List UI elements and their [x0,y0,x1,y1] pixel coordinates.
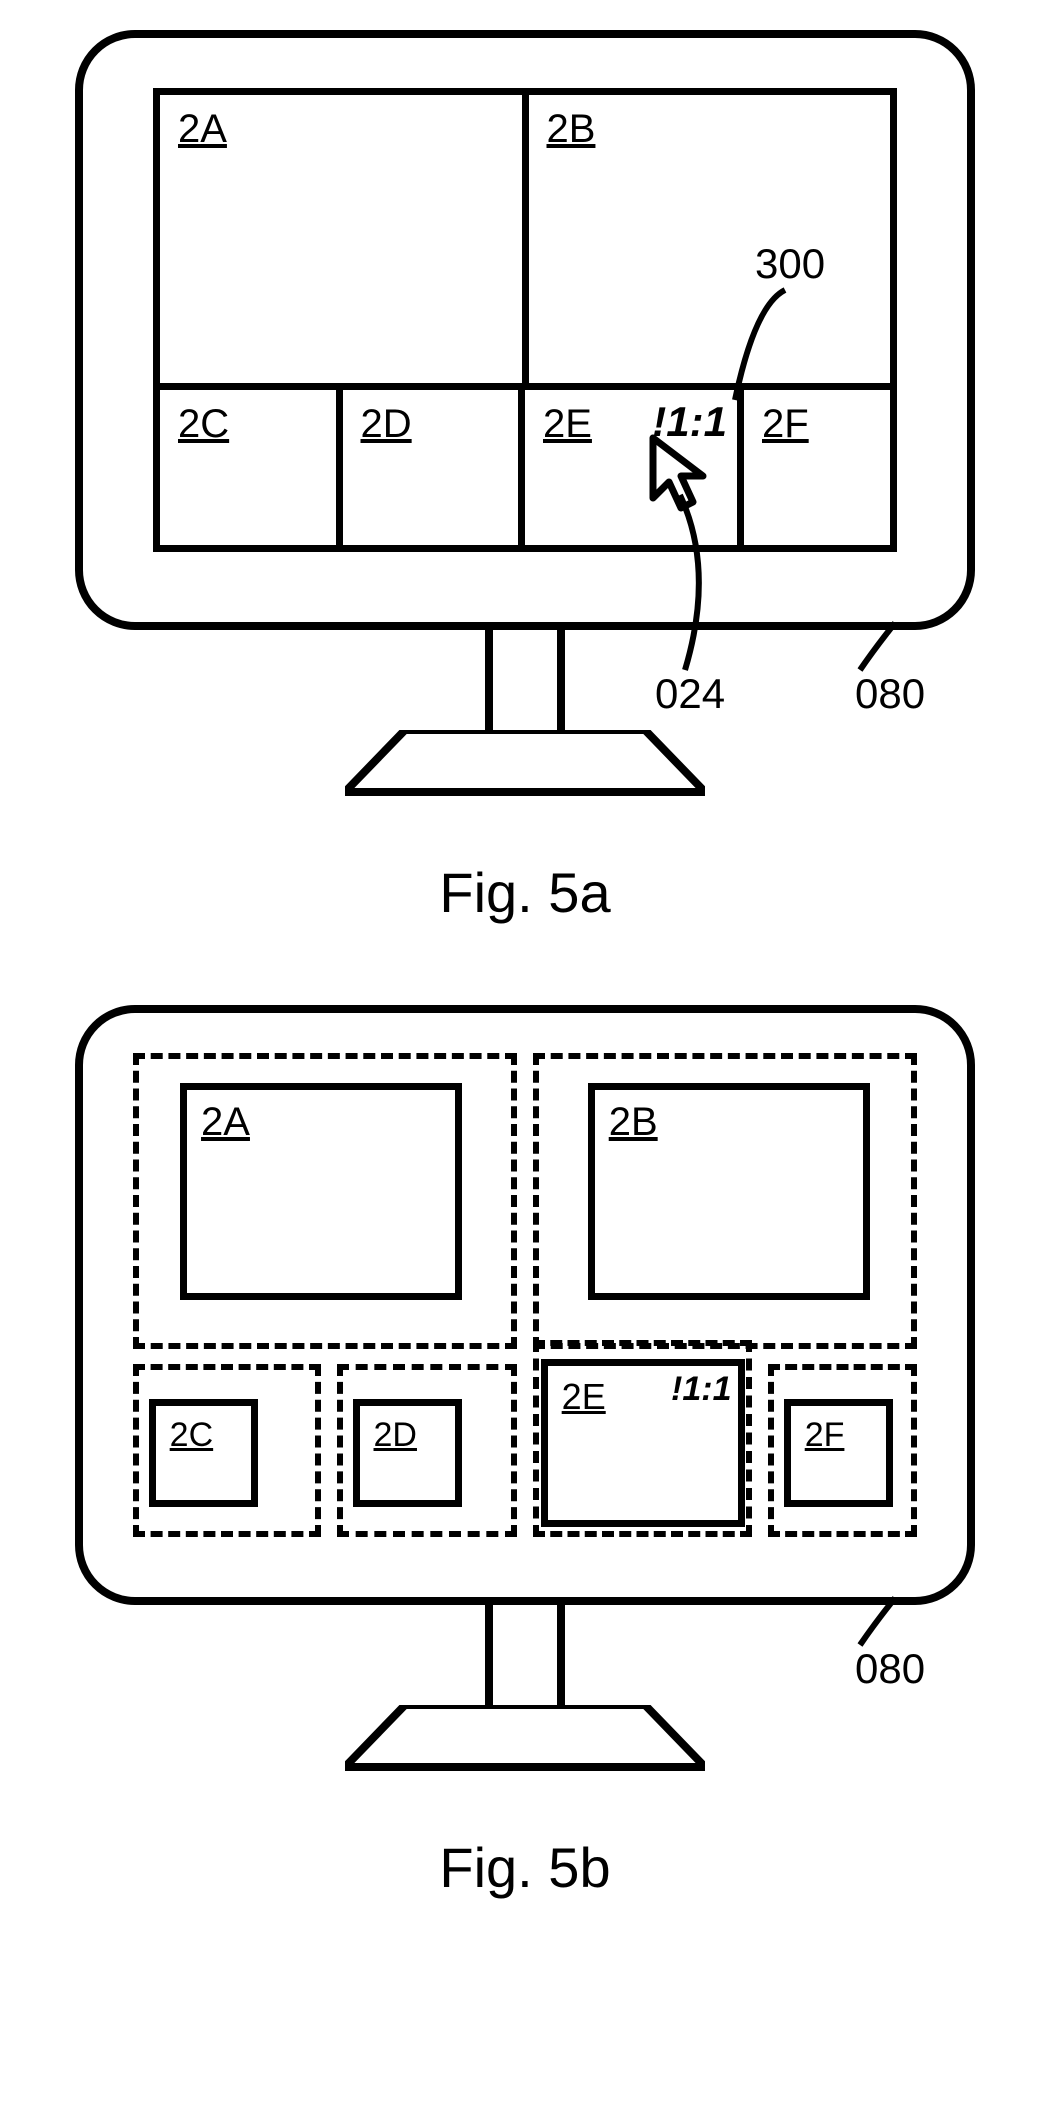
cell-label: 2D [361,402,412,446]
cell-label: 2F [762,402,809,446]
cell-label: 2A [201,1100,250,1144]
callout-300: 300 [755,240,825,288]
cell-label: 2F [805,1416,845,1454]
monitor-bezel: 2A 2B 2C 2D 2E !1:1 2F [75,1005,975,1605]
cell-label: 2B [547,107,596,151]
screen-grid: 2A 2B 2C 2D 2E !1:1 [153,88,897,552]
cell-label: 2C [170,1416,213,1454]
cell-2a: 2A [160,95,529,383]
ratio-badge: !1:1 [671,1370,731,1409]
monitor: 2A 2B 2C 2D 2E !1:1 2F [75,1005,975,1775]
cell-2b: 2B [529,95,891,383]
box-2c: 2C [149,1399,259,1508]
callout-080: 080 [855,1645,925,1693]
box-2e: 2E !1:1 [541,1359,745,1527]
top-row: 2A 2B [160,95,890,383]
figure-caption: Fig. 5b [20,1835,1030,1900]
ratio-badge: !1:1 [652,398,727,446]
screen-area: 2A 2B 2C 2D 2E !1:1 2F [133,1053,917,1547]
cell-2e: 2E !1:1 [525,390,744,545]
bottom-row: 2C 2D 2E !1:1 2F [160,383,890,545]
callout-024: 024 [655,670,725,718]
figure-5a: 2A 2B 2C 2D 2E !1:1 [20,30,1030,925]
cell-label: 2D [374,1416,417,1454]
figure-caption: Fig. 5a [20,860,1030,925]
cell-2c: 2C [160,390,343,545]
box-2a: 2A [180,1083,462,1300]
monitor-stand-base [345,1705,705,1775]
monitor-stand-base [345,730,705,800]
figure-5b: 2A 2B 2C 2D 2E !1:1 2F [20,1005,1030,1900]
cell-2f: 2F [744,390,890,545]
cell-label: 2B [609,1100,658,1144]
cell-2d: 2D [343,390,526,545]
callout-080: 080 [855,670,925,718]
cell-label: 2C [178,402,229,446]
box-2f: 2F [784,1399,894,1508]
box-2b: 2B [588,1083,870,1300]
monitor-stand-neck [485,1605,565,1705]
monitor-bezel: 2A 2B 2C 2D 2E !1:1 [75,30,975,630]
monitor-stand-neck [485,630,565,730]
monitor: 2A 2B 2C 2D 2E !1:1 [75,30,975,800]
box-2d: 2D [353,1399,463,1508]
cell-label: 2E [562,1376,606,1417]
cell-label: 2A [178,107,227,151]
cell-label: 2E [543,402,592,446]
